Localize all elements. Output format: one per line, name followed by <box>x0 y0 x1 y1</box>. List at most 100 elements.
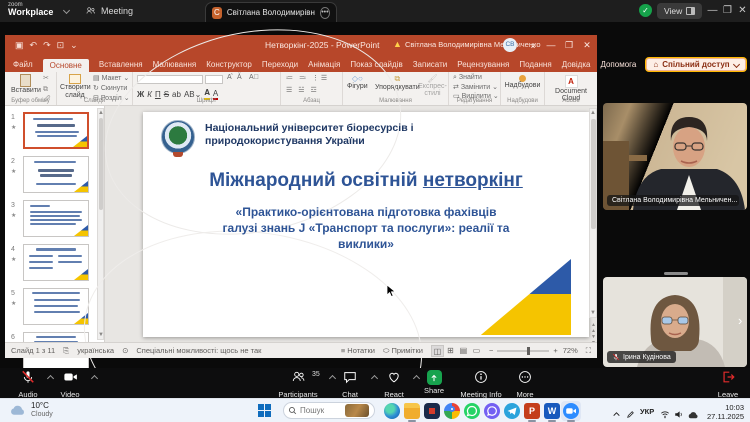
tab-help[interactable]: Довідка <box>562 60 591 69</box>
wifi-icon[interactable] <box>660 406 670 422</box>
powerpoint-icon[interactable]: P <box>524 403 540 419</box>
meeting-info-button[interactable]: Meeting Info <box>453 370 509 399</box>
slideshow-icon[interactable]: ⊡ <box>57 40 65 51</box>
slide-scrollbar[interactable]: ▲ ▼ <box>589 108 597 318</box>
tab-home[interactable]: Основне <box>43 59 89 72</box>
accessibility-status[interactable]: Спеціальні можливості: щось не так <box>136 346 261 355</box>
tab-insert[interactable]: Вставлення <box>99 60 143 69</box>
tray-expand-icon[interactable] <box>612 406 621 422</box>
telegram-icon[interactable] <box>504 403 520 419</box>
ribbon-display-icon[interactable]: ⌅ <box>525 35 541 56</box>
copy-icon[interactable]: ⧉ <box>43 85 50 96</box>
clock[interactable]: 10:03 27.11.2025 <box>700 403 744 422</box>
view-sorter-button[interactable]: ⊞ <box>444 345 457 357</box>
doc-tab[interactable]: C Світлана Володимирівна Мель ••• <box>205 2 337 22</box>
ppt-restore-button[interactable]: ❐ <box>561 35 577 56</box>
start-button[interactable] <box>258 404 271 417</box>
chrome-icon[interactable] <box>444 403 460 419</box>
view-reading-button[interactable]: ▤ <box>457 345 470 357</box>
tab-view[interactable]: Подання <box>519 60 551 69</box>
ppt-account-name[interactable]: Світлана Володимирівна Мельниченко <box>405 40 541 49</box>
zoom-app-icon[interactable] <box>563 403 579 419</box>
replace-button[interactable]: ⇄ Замінити ⌄ <box>453 83 498 91</box>
redo-icon[interactable]: ↷ <box>43 40 51 51</box>
ppt-minimize-button[interactable]: — <box>543 35 559 56</box>
zoom-maximize-button[interactable]: ❐ <box>720 0 735 22</box>
participants-button[interactable]: Participants 35 <box>272 370 324 399</box>
paste-button[interactable]: Вставити <box>11 74 41 94</box>
edge-icon[interactable] <box>384 403 400 419</box>
workspace-chevron-icon[interactable] <box>63 7 70 14</box>
slide-thumb-4[interactable]: 4 ★ <box>11 244 97 282</box>
undo-icon[interactable]: ↶ <box>30 40 38 51</box>
video-tile-2[interactable]: Ірина Кудінова <box>603 277 747 367</box>
video-tile-1[interactable]: Світлана Володимирівна Мельничен... <box>603 103 747 210</box>
search-box[interactable] <box>283 402 375 419</box>
save-icon[interactable]: ▣ <box>15 40 24 51</box>
ppt-account-avatar[interactable]: СВ <box>503 38 517 52</box>
slide-thumb-3[interactable]: 3 ★ <box>11 200 97 238</box>
video-button[interactable]: Video <box>48 370 92 399</box>
tab-review[interactable]: Рецензування <box>457 60 509 69</box>
doc-tab-menu-icon[interactable]: ••• <box>320 7 330 19</box>
ppt-close-button[interactable]: ✕ <box>579 35 595 56</box>
weather-widget[interactable]: 10°C Cloudy <box>10 402 53 418</box>
tab-file[interactable]: Файл <box>13 60 33 69</box>
search-highlight-image[interactable] <box>345 404 369 417</box>
tab-record[interactable]: Записати <box>413 60 448 69</box>
zoom-percent[interactable]: 72% <box>563 346 578 355</box>
slide-scroll-down-icon[interactable]: ▼ <box>590 309 596 317</box>
zoom-slider[interactable] <box>497 350 549 352</box>
whatsapp-icon[interactable] <box>464 403 480 419</box>
qat-caret-icon[interactable]: ⌄ <box>70 40 78 51</box>
viber-icon[interactable] <box>484 403 500 419</box>
file-explorer-icon[interactable] <box>404 403 420 419</box>
view-normal-button[interactable]: ◫ <box>431 345 444 357</box>
sync-warning-icon[interactable]: ▲ <box>393 39 402 49</box>
more-button[interactable]: More <box>503 370 547 399</box>
meeting-tab[interactable]: Meeting <box>86 0 133 22</box>
comments-button[interactable]: ⬭ Примітки <box>383 346 423 356</box>
fit-slide-button[interactable]: ⛶ <box>586 346 591 356</box>
new-slide-button[interactable]: Створити слайд <box>60 74 90 99</box>
find-button[interactable]: ⌕ Знайти <box>453 74 482 82</box>
leave-button[interactable]: Leave <box>706 370 750 399</box>
view-slideshow-button[interactable]: ▭ <box>470 345 483 357</box>
cut-icon[interactable]: ✂ <box>43 74 50 85</box>
notes-button[interactable]: ≡ Нотатки <box>341 346 375 355</box>
panel-scroll-up-icon[interactable]: ▲ <box>98 109 103 117</box>
audio-button[interactable]: Audio <box>6 370 50 399</box>
zoom-out-button[interactable]: − <box>489 346 493 355</box>
zoom-close-button[interactable]: ✕ <box>735 0 750 22</box>
slide-thumb-1[interactable]: 1 ★ <box>11 112 97 150</box>
next-videos-chevron[interactable]: › <box>738 313 742 328</box>
chat-button[interactable]: Chat <box>328 370 372 399</box>
videos-divider-handle[interactable] <box>664 272 688 275</box>
slide-thumb-2[interactable]: 2 ★ <box>11 156 97 194</box>
share-button[interactable]: Share <box>412 370 456 395</box>
search-input[interactable] <box>300 406 342 415</box>
video-caret-icon[interactable] <box>91 375 98 382</box>
tab-assistance[interactable]: Допомога <box>600 60 636 69</box>
pen-icon[interactable] <box>626 406 635 422</box>
onedrive-icon[interactable] <box>688 406 699 422</box>
reset-button[interactable]: ↻ Скинути <box>93 84 130 94</box>
security-shield-icon[interactable]: ✓ <box>639 4 652 17</box>
word-icon[interactable]: W <box>544 403 560 419</box>
view-button[interactable]: View <box>657 3 702 19</box>
language-label[interactable]: українська <box>77 346 114 355</box>
zoom-in-button[interactable]: + <box>553 346 557 355</box>
addins-button[interactable]: Надбудови <box>501 75 544 89</box>
react-button[interactable]: React <box>372 370 416 399</box>
volume-icon[interactable] <box>674 406 684 422</box>
spellcheck-icon[interactable]: ⎘ <box>63 346 69 356</box>
layout-button[interactable]: ▤ Макет ⌄ <box>93 74 130 84</box>
slide-canvas[interactable]: Національний університет біоресурсів і п… <box>143 112 589 337</box>
prev-slide-button[interactable]: ▲▲ <box>590 322 597 334</box>
share-access-button[interactable]: ⌂ Спільний доступ <box>646 58 745 71</box>
zoom-minimize-button[interactable]: — <box>705 0 720 22</box>
quick-styles-button[interactable]: 🖌 Експрес-стилі <box>417 74 448 98</box>
slide-scroll-up-icon[interactable]: ▲ <box>590 109 596 117</box>
app-icon[interactable] <box>424 403 440 419</box>
language-indicator[interactable]: УКР <box>640 407 654 416</box>
